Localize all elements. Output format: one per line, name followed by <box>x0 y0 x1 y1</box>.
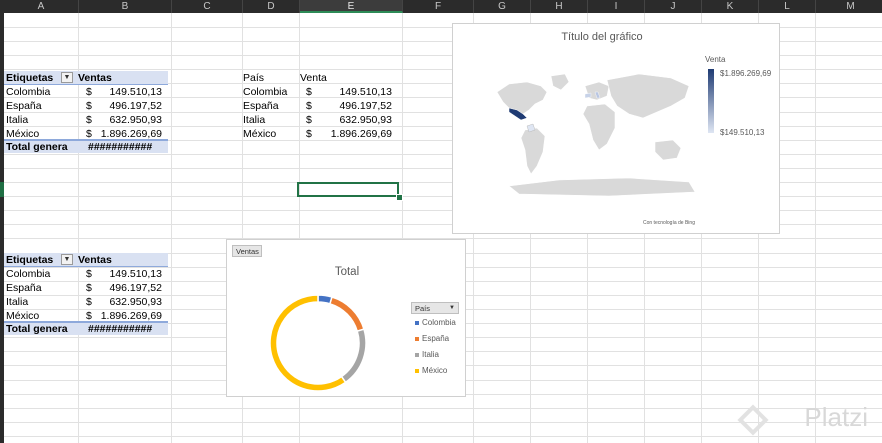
table2-country-cell[interactable]: Colombia <box>243 85 308 99</box>
column-header-c[interactable]: C <box>172 0 243 13</box>
selected-row-indicator <box>0 182 4 197</box>
pivot2-country-cell[interactable]: Italia <box>6 295 71 309</box>
legend-swatch-españa <box>415 337 419 341</box>
pivot1-total-label[interactable]: Total genera <box>6 140 76 154</box>
table2-header-sales[interactable]: Venta <box>300 71 390 85</box>
column-header-e[interactable]: E <box>300 0 403 13</box>
pivot-chart-field-button[interactable]: Ventas <box>232 245 262 257</box>
legend-item-colombia[interactable]: Colombia <box>422 318 456 328</box>
pivot2-row-labels-header[interactable]: Etiquetas <box>6 253 62 267</box>
pivot2-total-value[interactable]: ########### <box>88 322 166 336</box>
greenland-shape <box>550 73 570 91</box>
column-header-b[interactable]: B <box>79 0 172 13</box>
legend-item-méxico[interactable]: México <box>422 366 447 376</box>
pivot2-values-header[interactable]: Ventas <box>78 253 158 267</box>
legend-swatch-colombia <box>415 321 419 325</box>
legend-item-españa[interactable]: España <box>422 334 449 344</box>
pivot1-country-cell[interactable]: España <box>6 99 71 113</box>
pivot-chart-title[interactable]: Total <box>287 266 407 278</box>
pivot2-country-cell[interactable]: Colombia <box>6 267 71 281</box>
pivot2-total-label[interactable]: Total genera <box>6 322 76 336</box>
map-chart-title[interactable]: Título del gráfico <box>453 31 751 43</box>
table2-value-cell[interactable]: 496.197,52 <box>317 99 392 113</box>
column-header-bar: ABCDEFGHIJKLM <box>0 0 882 13</box>
column-header-h[interactable]: H <box>531 0 588 13</box>
spain-shape <box>584 92 592 99</box>
column-header-j[interactable]: J <box>645 0 702 13</box>
pivot1-value-cell[interactable]: 632.950,93 <box>87 113 162 127</box>
asia-shape <box>606 73 690 119</box>
map-chart[interactable]: Título del gráfico Venta $1.896.269,69 $… <box>452 23 780 234</box>
active-cell-selection[interactable] <box>297 182 399 197</box>
pivot1-value-cell[interactable]: 496.197,52 <box>87 99 162 113</box>
column-header-m[interactable]: M <box>816 0 882 13</box>
table2-value-cell[interactable]: 632.950,93 <box>317 113 392 127</box>
table2-header-country[interactable]: País <box>243 71 295 85</box>
south-america-shape <box>520 127 546 175</box>
legend-item-italia[interactable]: Italia <box>422 350 439 360</box>
table2-currency-cell: $ <box>306 114 312 126</box>
map-legend-max: $1.896.269,69 <box>720 69 772 78</box>
pivot-chart[interactable]: Ventas Total País ▼ Colombia España Italia… <box>226 239 466 397</box>
pivot2-value-cell[interactable]: 632.950,93 <box>87 295 162 309</box>
australia-shape <box>654 139 682 161</box>
donut-slice-méxico[interactable] <box>269 294 347 392</box>
table2-country-cell[interactable]: España <box>243 99 308 113</box>
platzi-watermark: Platzi <box>804 402 868 432</box>
north-america-shape <box>496 81 548 115</box>
grid-hline <box>4 436 882 437</box>
table2-value-cell[interactable]: 149.510,13 <box>317 85 392 99</box>
pivot1-value-cell[interactable]: 149.510,13 <box>87 85 162 99</box>
platzi-logo-icon <box>737 404 769 436</box>
column-header-i[interactable]: I <box>588 0 645 13</box>
pivot2-value-cell[interactable]: 149.510,13 <box>87 267 162 281</box>
pivot1-row-labels-header[interactable]: Etiquetas <box>6 71 62 85</box>
column-header-f[interactable]: F <box>403 0 474 13</box>
column-header-g[interactable]: G <box>474 0 531 13</box>
pivot2-filter-dropdown-icon[interactable]: ▼ <box>61 254 73 265</box>
donut-slice-españa[interactable] <box>329 296 365 333</box>
column-header-l[interactable]: L <box>759 0 816 13</box>
fill-handle[interactable] <box>396 194 403 201</box>
grid-vline <box>815 13 816 443</box>
column-header-d[interactable]: D <box>243 0 300 13</box>
africa-shape <box>582 103 616 151</box>
table2-country-cell[interactable]: México <box>243 127 308 141</box>
grid-vline <box>171 13 172 443</box>
legend-filter-label: País <box>415 304 431 313</box>
table2-value-cell[interactable]: 1.896.269,69 <box>317 127 392 141</box>
map-legend-title: Venta <box>705 55 726 64</box>
donut-chart[interactable] <box>265 290 371 396</box>
table2-currency-cell: $ <box>306 128 312 140</box>
map-credit: Con tecnología de Bing <box>643 220 695 226</box>
world-map <box>496 73 696 197</box>
legend-filter-dropdown-icon[interactable]: ▼ <box>449 303 455 314</box>
table2-country-cell[interactable]: Italia <box>243 113 308 127</box>
column-header-k[interactable]: K <box>702 0 759 13</box>
legend-swatch-méxico <box>415 369 419 373</box>
pivot1-filter-dropdown-icon[interactable]: ▼ <box>61 72 73 83</box>
antarctica-shape <box>508 177 696 197</box>
legend-swatch-italia <box>415 353 419 357</box>
column-header-a[interactable]: A <box>4 0 79 13</box>
pivot1-country-cell[interactable]: Colombia <box>6 85 71 99</box>
legend-filter-button[interactable]: País ▼ <box>411 302 459 314</box>
pivot1-total-value[interactable]: ########### <box>88 140 166 154</box>
map-legend-min: $149.510,13 <box>720 128 765 137</box>
donut-slice-italia[interactable] <box>340 328 367 384</box>
spreadsheet-grid[interactable]: ABCDEFGHIJKLM Etiquetas ▼ Ventas Colombi… <box>0 0 882 443</box>
pivot1-values-header[interactable]: Ventas <box>78 71 158 85</box>
pivot2-value-cell[interactable]: 496.197,52 <box>87 281 162 295</box>
table2-currency-cell: $ <box>306 86 312 98</box>
table2-currency-cell: $ <box>306 100 312 112</box>
map-legend-gradient <box>708 69 714 133</box>
pivot1-country-cell[interactable]: Italia <box>6 113 71 127</box>
pivot2-country-cell[interactable]: España <box>6 281 71 295</box>
